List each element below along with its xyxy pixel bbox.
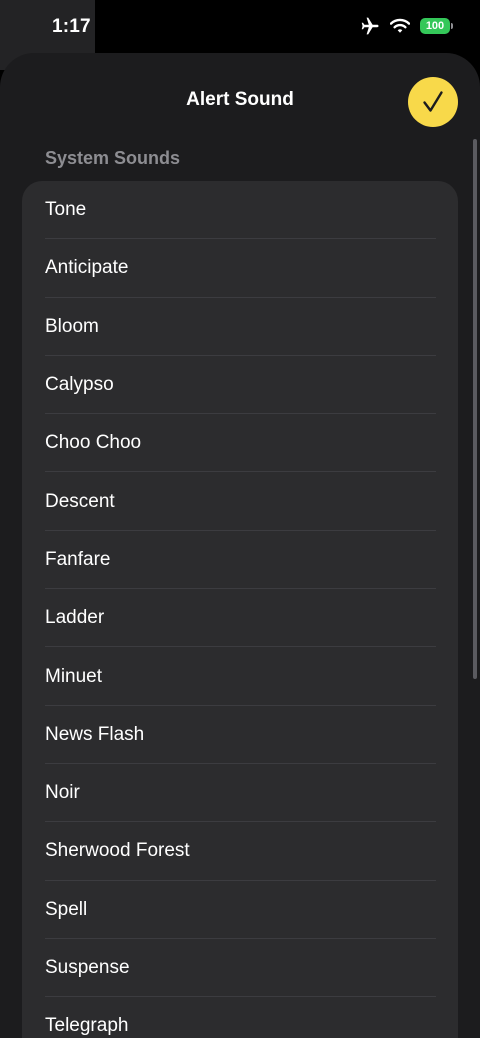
- screen: 1:17 100 Alert Sound System Sounds Tone …: [0, 0, 480, 1038]
- sound-item-label: Ladder: [45, 607, 105, 629]
- airplane-mode-icon: [361, 17, 379, 35]
- sound-item-news-flash[interactable]: News Flash: [22, 706, 458, 765]
- sound-item-label: Choo Choo: [45, 432, 142, 454]
- sound-item-descent[interactable]: Descent: [22, 472, 458, 532]
- sound-item-label: Minuet: [45, 665, 103, 687]
- sound-item-noir[interactable]: Noir: [22, 764, 458, 823]
- status-time: 1:17: [52, 16, 91, 37]
- sound-item-label: Noir: [45, 782, 80, 804]
- sound-item-label: Anticipate: [45, 257, 129, 279]
- status-icons: 100: [360, 16, 453, 36]
- sound-item-label: Descent: [45, 490, 115, 512]
- sound-item-anticipate[interactable]: Anticipate: [22, 239, 458, 298]
- sound-item-label: Tone: [45, 199, 87, 221]
- sound-item-label: Calypso: [45, 374, 114, 396]
- status-bar: 1:17 100: [0, 0, 480, 54]
- sheet-header: Alert Sound: [0, 53, 480, 148]
- sound-item-minuet[interactable]: Minuet: [22, 647, 458, 706]
- sound-item-telegraph[interactable]: Telegraph: [22, 997, 458, 1038]
- sound-item-calypso[interactable]: Calypso: [22, 356, 458, 415]
- sound-item-tone[interactable]: Tone: [22, 181, 458, 240]
- sound-item-choo-choo[interactable]: Choo Choo: [22, 414, 458, 473]
- sound-item-spell[interactable]: Spell: [22, 881, 458, 940]
- sound-item-label: Bloom: [45, 315, 99, 337]
- section-header-system-sounds: System Sounds: [45, 148, 181, 168]
- sound-item-label: Fanfare: [45, 548, 111, 570]
- sound-item-sherwood-forest[interactable]: Sherwood Forest: [22, 822, 458, 881]
- sound-item-fanfare[interactable]: Fanfare: [22, 531, 458, 590]
- sound-item-label: Suspense: [45, 957, 130, 978]
- sound-item-label: Telegraph: [45, 1015, 129, 1037]
- battery-level: 100: [425, 20, 445, 32]
- sound-item-label: Spell: [45, 898, 88, 920]
- system-sounds-list: Tone Anticipate Bloom Calypso Choo Choo …: [22, 181, 458, 1038]
- sound-item-bloom[interactable]: Bloom: [22, 298, 458, 357]
- done-button[interactable]: [408, 77, 458, 127]
- sound-item-label: News Flash: [45, 723, 145, 745]
- alert-sound-sheet: Alert Sound System Sounds Tone Anticipat…: [0, 53, 480, 1038]
- checkmark-icon: [423, 91, 443, 112]
- sound-item-ladder[interactable]: Ladder: [22, 589, 458, 648]
- sound-item-suspense[interactable]: Suspense: [22, 939, 458, 998]
- wifi-icon: [390, 18, 410, 33]
- scrollbar[interactable]: [473, 139, 477, 679]
- battery-icon: 100: [420, 18, 453, 34]
- sound-item-label: Sherwood Forest: [45, 840, 190, 862]
